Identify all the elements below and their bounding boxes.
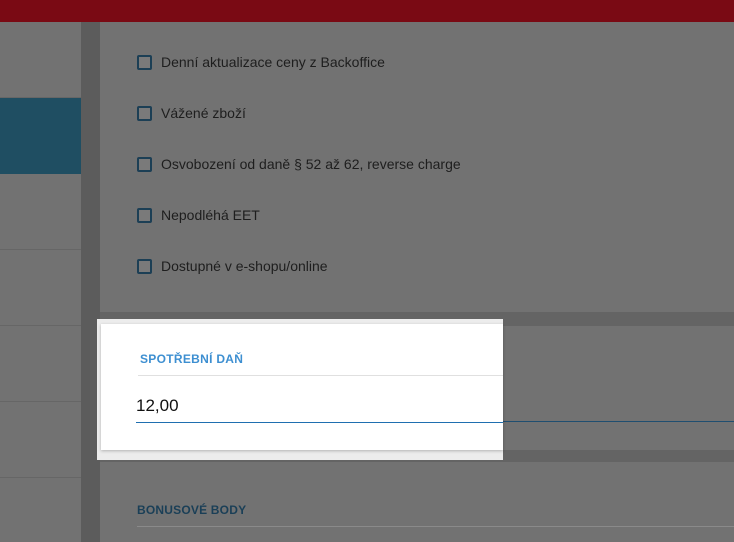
excise-tax-input[interactable]: [136, 390, 503, 423]
sidebar-item[interactable]: [0, 402, 81, 478]
checkbox[interactable]: [137, 54, 152, 70]
section-divider: [137, 526, 734, 527]
checkbox[interactable]: [137, 207, 152, 223]
sidebar: [0, 22, 81, 542]
checkbox-label: Dostupné v e-shopu/online: [161, 258, 328, 274]
sidebar-item[interactable]: [0, 326, 81, 402]
excise-tax-title: SPOTŘEBNÍ DAŇ: [140, 352, 244, 366]
checkbox[interactable]: [137, 105, 152, 121]
sidebar-item-active[interactable]: [0, 98, 81, 174]
input-underline-extension: [503, 421, 734, 422]
bonus-points-title: BONUSOVÉ BODY: [137, 503, 247, 517]
sidebar-item[interactable]: [0, 250, 81, 326]
app-top-bar: [0, 0, 734, 22]
checkbox-row-eshop[interactable]: Dostupné v e-shopu/online: [137, 255, 328, 277]
section-divider: [138, 375, 503, 376]
bonus-points-card: BONUSOVÉ BODY: [100, 462, 734, 542]
checkbox-row-price-update[interactable]: Denní aktualizace ceny z Backoffice: [137, 51, 385, 73]
sidebar-divider: [81, 22, 100, 542]
sidebar-item[interactable]: [0, 174, 81, 250]
checkbox[interactable]: [137, 258, 152, 274]
options-card: Denní aktualizace ceny z Backoffice Váže…: [100, 22, 734, 312]
checkbox-label: Denní aktualizace ceny z Backoffice: [161, 54, 385, 70]
checkbox-label: Vážené zboží: [161, 105, 246, 121]
checkbox-row-no-eet[interactable]: Nepodléhá EET: [137, 204, 260, 226]
checkbox-label: Nepodléhá EET: [161, 207, 260, 223]
sidebar-item[interactable]: [0, 22, 81, 98]
excise-tax-card: SPOTŘEBNÍ DAŇ: [101, 324, 503, 450]
checkbox-row-weighted-goods[interactable]: Vážené zboží: [137, 102, 246, 124]
checkbox-row-tax-exemption[interactable]: Osvobození od daně § 52 až 62, reverse c…: [137, 153, 461, 175]
checkbox[interactable]: [137, 156, 152, 172]
checkbox-label: Osvobození od daně § 52 až 62, reverse c…: [161, 156, 461, 172]
